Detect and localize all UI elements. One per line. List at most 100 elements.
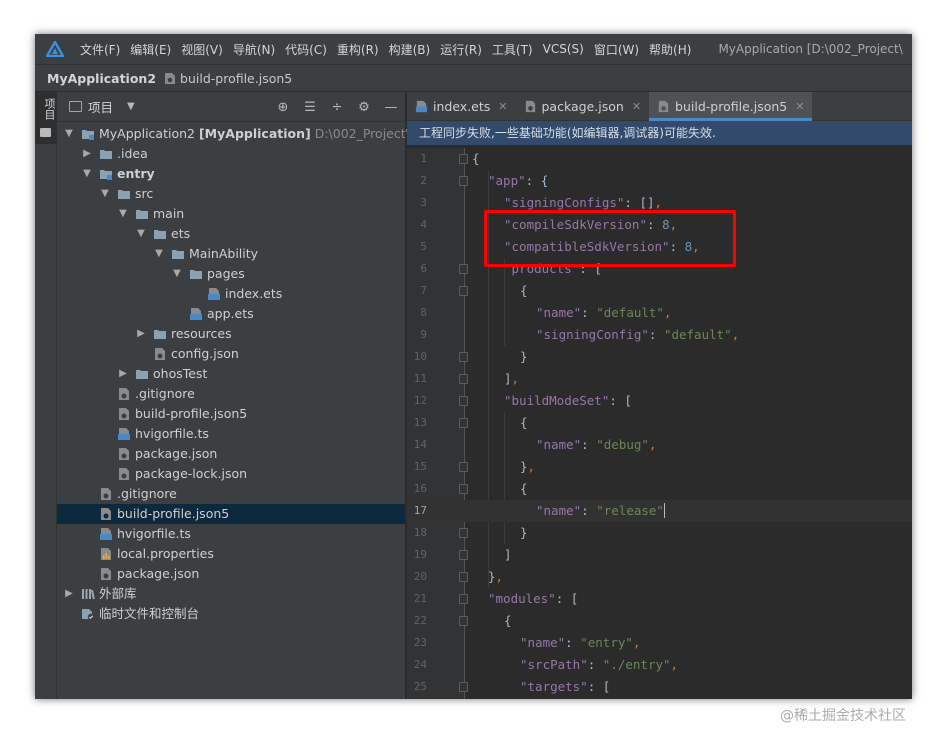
code-text: { — [520, 283, 528, 298]
code-line: 14 "name": "debug", — [407, 434, 912, 456]
breadcrumb-file[interactable]: build-profile.json5 — [164, 71, 292, 86]
tree-item-hvigorfile[interactable]: hvigorfile.ts — [57, 424, 405, 444]
tree-item-build-profile-root[interactable]: build-profile.json5 — [57, 504, 405, 524]
fold-marker-icon[interactable] — [459, 176, 468, 186]
collapse-all-icon[interactable]: ÷ — [329, 100, 345, 115]
line-number: 12 — [413, 394, 427, 407]
project-panel-title[interactable]: 项目 — [88, 97, 113, 116]
ts-file-icon — [100, 528, 112, 540]
tree-item-external-libraries[interactable]: ▶ 外部库 — [57, 584, 405, 604]
chevron-down-icon[interactable]: ▼ — [171, 264, 183, 284]
tree-item-local-properties[interactable]: local.properties — [57, 544, 405, 564]
tab-package-json[interactable]: package.json ✕ — [516, 92, 650, 120]
tree-item-package-lock-json[interactable]: package-lock.json — [57, 464, 405, 484]
menu-navigate[interactable]: 导航(N) — [228, 41, 280, 58]
fold-marker-icon[interactable] — [459, 396, 468, 406]
tree-label: MyApplication2 — [99, 126, 195, 141]
tree-item-ets[interactable]: ▼ ets — [57, 224, 405, 244]
chevron-right-icon[interactable]: ▶ — [81, 144, 93, 164]
menu-vcs[interactable]: VCS(S) — [538, 42, 589, 56]
chevron-down-icon[interactable]: ▼ — [135, 224, 147, 244]
tree-label: ets — [171, 226, 191, 241]
code-line: 25 "targets": [ — [407, 676, 912, 698]
fold-marker-icon[interactable] — [459, 594, 468, 604]
tree-item-mainability[interactable]: ▼ MainAbility — [57, 244, 405, 264]
fold-marker-icon[interactable] — [459, 528, 468, 538]
close-icon[interactable]: ✕ — [632, 100, 641, 113]
chevron-down-icon[interactable]: ▼ — [99, 184, 111, 204]
tree-item-package-json[interactable]: package.json — [57, 444, 405, 464]
project-tree: ▼ MyApplication2 [MyApplication] D:\002_… — [57, 124, 434, 624]
menu-tools[interactable]: 工具(T) — [487, 41, 538, 58]
menu-file[interactable]: 文件(F) — [75, 41, 125, 58]
fold-marker-icon[interactable] — [459, 550, 468, 560]
minimize-icon[interactable]: — — [383, 100, 399, 115]
fold-marker-icon[interactable] — [459, 286, 468, 296]
tree-item-resources[interactable]: ▶ resources — [57, 324, 405, 344]
tree-item-pages[interactable]: ▼ pages — [57, 264, 405, 284]
chevron-down-icon[interactable]: ▼ — [127, 101, 135, 112]
json-file-icon — [119, 408, 129, 420]
code-line: 12 "buildModeSet": [ — [407, 390, 912, 412]
tree-item-hvigorfile-root[interactable]: hvigorfile.ts — [57, 524, 405, 544]
menu-build[interactable]: 构建(B) — [384, 41, 436, 58]
tree-item-ohostest[interactable]: ▶ ohosTest — [57, 364, 405, 384]
menu-run[interactable]: 运行(R) — [435, 41, 487, 58]
line-number: 20 — [413, 570, 427, 583]
tree-item-src[interactable]: ▼ src — [57, 184, 405, 204]
tab-build-profile[interactable]: build-profile.json5 ✕ — [649, 92, 813, 121]
tree-item-config-json[interactable]: config.json — [57, 344, 405, 364]
chevron-down-icon[interactable]: ▼ — [63, 124, 75, 144]
menu-window[interactable]: 窗口(W) — [589, 41, 644, 58]
menu-view[interactable]: 视图(V) — [176, 41, 228, 58]
locate-icon[interactable]: ⊕ — [275, 100, 291, 115]
tab-index-ets[interactable]: index.ets ✕ — [407, 92, 516, 120]
code-line: 16 { — [407, 478, 912, 500]
tree-item-scratches[interactable]: 临时文件和控制台 — [57, 604, 405, 624]
menu-help[interactable]: 帮助(H) — [644, 41, 696, 58]
tree-item-app-ets[interactable]: app.ets — [57, 304, 405, 324]
fold-marker-icon[interactable] — [459, 616, 468, 626]
fold-marker-icon[interactable] — [459, 264, 468, 274]
chevron-down-icon[interactable]: ▼ — [117, 204, 129, 224]
chevron-right-icon[interactable]: ▶ — [63, 584, 75, 604]
tree-item-myapplication2[interactable]: ▼ MyApplication2 [MyApplication] D:\002_… — [57, 124, 434, 144]
code-text: "name": "release" — [472, 500, 666, 522]
fold-marker-icon[interactable] — [459, 462, 468, 472]
tree-item-gitignore[interactable]: .gitignore — [57, 384, 405, 404]
fold-marker-icon[interactable] — [459, 682, 468, 692]
gear-icon[interactable]: ⚙ — [356, 100, 372, 115]
chevron-right-icon[interactable]: ▶ — [117, 364, 129, 384]
tree-item-idea[interactable]: ▶ .idea — [57, 144, 405, 164]
fold-marker-icon[interactable] — [459, 418, 468, 428]
fold-marker-icon[interactable] — [459, 572, 468, 582]
tree-item-entry[interactable]: ▼ entry — [57, 164, 405, 184]
line-number: 16 — [413, 482, 427, 495]
tree-item-build-profile[interactable]: build-profile.json5 — [57, 404, 405, 424]
tree-label: app.ets — [207, 306, 254, 321]
chevron-down-icon[interactable]: ▼ — [81, 164, 93, 184]
breadcrumb-project[interactable]: MyApplication2 — [47, 71, 156, 86]
tree-item-main[interactable]: ▼ main — [57, 204, 405, 224]
chevron-down-icon[interactable]: ▼ — [153, 244, 165, 264]
project-tool-button[interactable]: 项目 — [35, 92, 57, 144]
fold-marker-icon[interactable] — [459, 154, 468, 164]
menu-refactor[interactable]: 重构(R) — [332, 41, 384, 58]
chevron-right-icon[interactable]: ▶ — [135, 324, 147, 344]
menu-code[interactable]: 代码(C) — [280, 41, 332, 58]
menu-edit[interactable]: 编辑(E) — [125, 41, 176, 58]
folder-icon — [136, 370, 148, 379]
tree-item-index-ets[interactable]: index.ets — [57, 284, 405, 304]
code-line: 22 { — [407, 610, 912, 632]
tree-label: .gitignore — [135, 386, 195, 401]
ts-file-icon — [118, 428, 130, 440]
tree-item-package-json-root[interactable]: package.json — [57, 564, 405, 584]
fold-marker-icon[interactable] — [459, 484, 468, 494]
close-icon[interactable]: ✕ — [498, 100, 507, 113]
fold-marker-icon[interactable] — [459, 352, 468, 362]
fold-marker-icon[interactable] — [459, 374, 468, 384]
code-text: "srcPath": "./entry", — [520, 657, 679, 672]
close-icon[interactable]: ✕ — [795, 100, 804, 113]
tree-item-gitignore-root[interactable]: .gitignore — [57, 484, 405, 504]
expand-all-icon[interactable]: ☰ — [302, 100, 318, 115]
